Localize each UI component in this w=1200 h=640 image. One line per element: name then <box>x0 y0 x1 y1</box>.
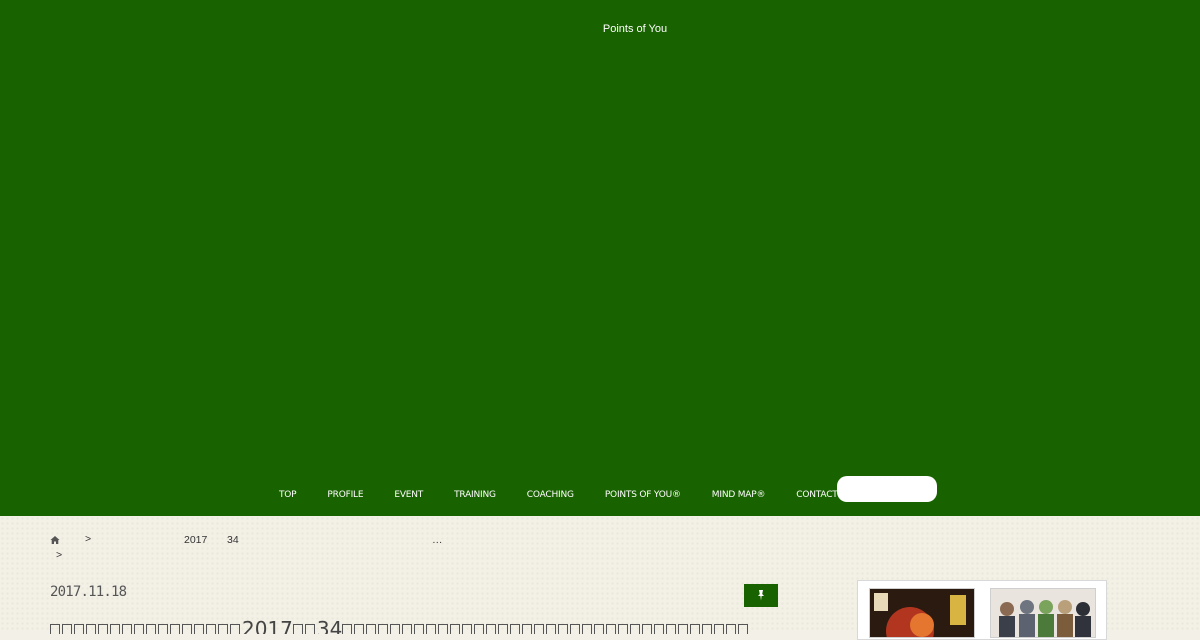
glyph-box <box>702 624 713 634</box>
site-title[interactable]: Points of You <box>0 23 1200 35</box>
breadcrumb-ellipsis: … <box>432 534 443 546</box>
glyph-box <box>630 624 641 634</box>
glyph-box <box>74 624 84 634</box>
glyph-box <box>558 624 569 634</box>
nav-item-contact[interactable]: CONTACT <box>796 490 837 500</box>
glyph-box <box>122 624 132 634</box>
breadcrumb-year[interactable]: 2017 <box>184 534 207 546</box>
glyph-box <box>146 624 156 634</box>
glyph-box <box>510 624 521 634</box>
breadcrumb-number[interactable]: 34 <box>227 534 239 546</box>
title-number: 34 <box>316 618 343 634</box>
nav-item-coaching[interactable]: COACHING <box>527 490 574 500</box>
breadcrumb-separator-2: > <box>56 549 63 561</box>
characters-image <box>991 589 1095 637</box>
glyph-box <box>182 624 192 634</box>
nav-item-mind-map[interactable]: MIND MAP® <box>712 490 766 500</box>
glyph-box <box>594 624 605 634</box>
glyph-box <box>546 624 557 634</box>
glyph-box <box>378 624 389 634</box>
glyph-box <box>438 624 449 634</box>
glyph-box <box>366 624 377 634</box>
nav-item-training[interactable]: TRAINING <box>454 490 496 500</box>
glyph-box <box>158 624 168 634</box>
home-icon[interactable] <box>50 535 60 545</box>
glyph-box <box>86 624 96 634</box>
title-glyph-boxes-3 <box>342 618 750 634</box>
glyph-box <box>134 624 144 634</box>
nav-item-points-of-you[interactable]: POINTS OF YOU® <box>605 490 681 500</box>
post-date: 2017.11.18 <box>50 584 127 600</box>
pushpin-icon <box>758 590 764 601</box>
glyph-box <box>414 624 425 634</box>
title-glyph-boxes <box>50 618 242 634</box>
glyph-box <box>426 624 437 634</box>
glyph-box <box>474 624 485 634</box>
search-box <box>837 476 937 502</box>
glyph-box <box>486 624 497 634</box>
glyph-box <box>678 624 689 634</box>
title-year: 2017 <box>242 618 293 634</box>
header-hero <box>0 0 1200 516</box>
glyph-box <box>522 624 533 634</box>
glyph-box <box>738 624 749 634</box>
glyph-box <box>690 624 701 634</box>
glyph-box <box>462 624 473 634</box>
breadcrumb-separator: > <box>85 533 92 545</box>
glyph-box <box>170 624 180 634</box>
nav-item-profile[interactable]: PROFILE <box>327 490 363 500</box>
post-title: 2017 34 <box>50 618 775 634</box>
glyph-box <box>354 624 365 634</box>
glyph-box <box>110 624 120 634</box>
glyph-box <box>292 624 303 634</box>
glyph-box <box>582 624 593 634</box>
glyph-box <box>570 624 581 634</box>
glyph-box <box>402 624 413 634</box>
sidebar-thumbnail-food[interactable] <box>869 588 975 638</box>
glyph-box <box>218 624 228 634</box>
glyph-box <box>98 624 108 634</box>
glyph-box <box>62 624 72 634</box>
glyph-box <box>206 624 216 634</box>
glyph-box <box>642 624 653 634</box>
title-glyph-boxes-2 <box>292 618 317 634</box>
category-badge[interactable] <box>744 584 778 607</box>
glyph-box <box>498 624 509 634</box>
sidebar-thumbnail-characters[interactable] <box>990 588 1096 638</box>
nav-item-top[interactable]: TOP <box>279 490 297 500</box>
glyph-box <box>450 624 461 634</box>
food-image <box>870 589 974 637</box>
glyph-box <box>194 624 204 634</box>
glyph-box <box>304 624 315 634</box>
search-input[interactable] <box>845 480 913 498</box>
glyph-box <box>654 624 665 634</box>
glyph-box <box>534 624 545 634</box>
glyph-box <box>342 624 353 634</box>
glyph-box <box>666 624 677 634</box>
glyph-box <box>618 624 629 634</box>
main-nav: TOP PROFILE EVENT TRAINING COACHING POIN… <box>279 488 838 502</box>
glyph-box <box>606 624 617 634</box>
nav-item-event[interactable]: EVENT <box>394 490 423 500</box>
glyph-box <box>714 624 725 634</box>
glyph-box <box>230 624 240 634</box>
glyph-box <box>726 624 737 634</box>
glyph-box <box>50 624 60 634</box>
glyph-box <box>390 624 401 634</box>
sidebar-widget <box>857 580 1107 640</box>
